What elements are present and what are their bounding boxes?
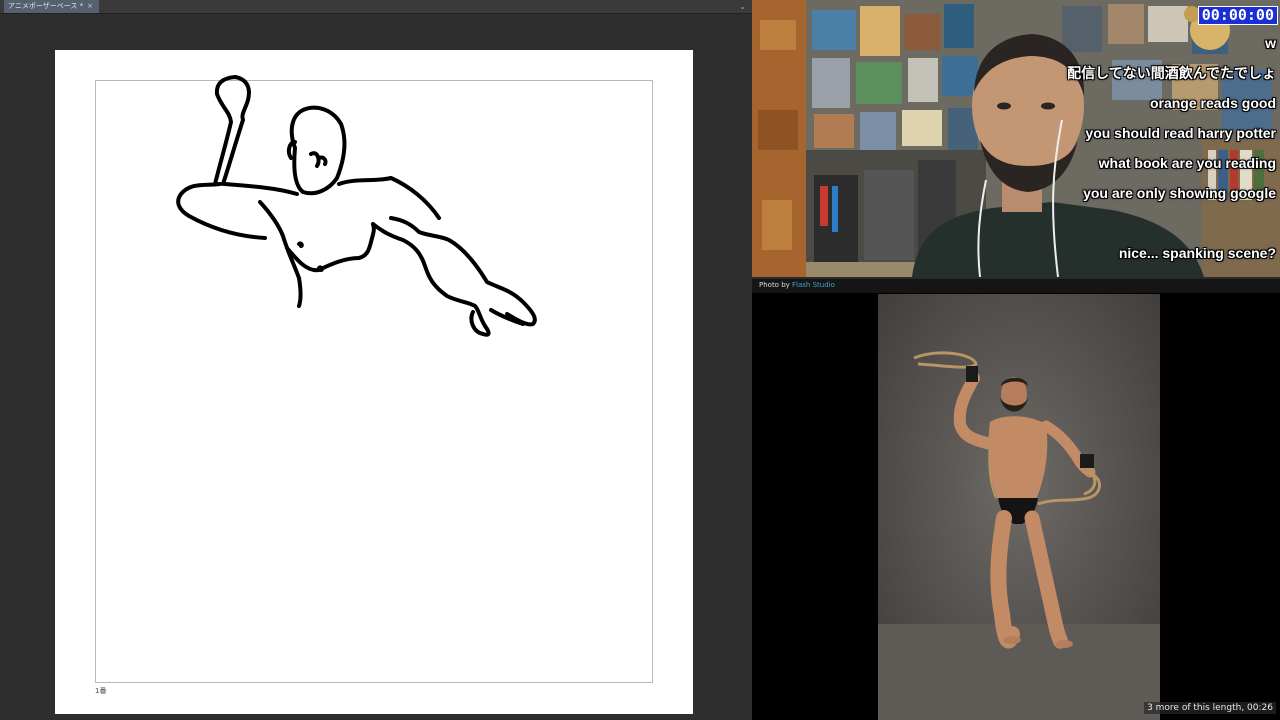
chat-message: you are only showing google xyxy=(1083,185,1276,201)
reference-viewer: Photo by Flash Studio 3 more of this len… xyxy=(752,279,1280,720)
remaining-duration-label: 3 more of this length, 00:26 xyxy=(1144,702,1276,714)
chevron-down-icon[interactable]: ⌄ xyxy=(739,0,746,13)
webcam-feed: 00:00:00 w 配信してない間酒飲んでたでしょ orange reads … xyxy=(752,0,1280,277)
document-tab-bar: アニメポーザーベース * × ⌄ xyxy=(0,0,752,14)
chat-message-empty xyxy=(1067,208,1276,238)
photo-credit-author-link[interactable]: Flash Studio xyxy=(792,281,835,289)
figure-sketch xyxy=(176,75,537,337)
reference-figure xyxy=(878,294,1160,720)
reference-header: Photo by Flash Studio xyxy=(752,279,1280,293)
chat-message: you should read harry potter xyxy=(1085,125,1276,141)
chat-message: orange reads good xyxy=(1149,95,1276,111)
chat-message: what book are you reading xyxy=(1098,155,1276,171)
stream-timer: 00:00:00 xyxy=(1197,6,1278,25)
canvas-area[interactable]: 1番 xyxy=(0,14,752,720)
close-icon[interactable]: × xyxy=(87,0,93,13)
chat-overlay: w 配信してない間酒飲んでたでしょ orange reads good you … xyxy=(1067,28,1276,268)
page-number-label: 1番 xyxy=(95,687,107,695)
document-tab-title: アニメポーザーベース * xyxy=(8,2,84,10)
reference-photo[interactable] xyxy=(878,294,1160,720)
document-tab[interactable]: アニメポーザーベース * × xyxy=(4,0,99,13)
chat-message: 配信してない間酒飲んでたでしょ xyxy=(1067,65,1276,81)
drawing-app: アニメポーザーベース * × ⌄ 1番 xyxy=(0,0,752,720)
photo-credit: Photo by Flash Studio xyxy=(759,281,835,289)
chat-message: w xyxy=(1265,35,1276,51)
chat-message: nice... spanking scene? xyxy=(1118,245,1276,261)
canvas-paper[interactable]: 1番 xyxy=(55,50,693,714)
photo-credit-prefix: Photo by xyxy=(759,281,790,289)
